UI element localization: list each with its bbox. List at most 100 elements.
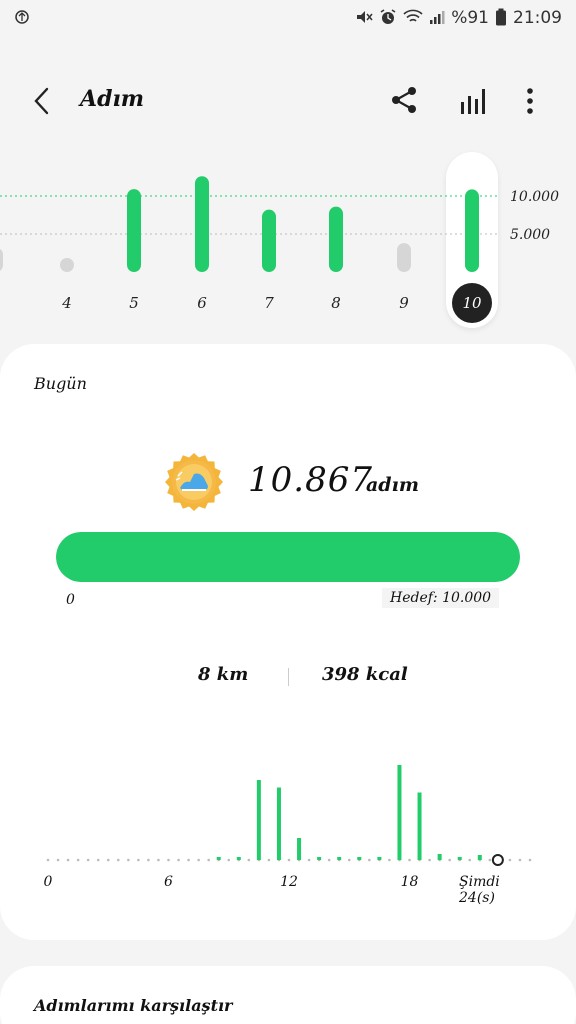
day-label[interactable]: 3: [0, 294, 1, 312]
day-label[interactable]: 6: [197, 294, 207, 312]
more-options-button[interactable]: [516, 84, 544, 118]
baseline-dot: [368, 858, 371, 862]
baseline-dot: [428, 858, 431, 862]
today-card: Bugün 10.867 adım 0 Hedef: 10.000 8 km 3…: [0, 344, 576, 940]
stats-icon: [461, 89, 485, 114]
steps-unit: adım: [366, 474, 419, 496]
hourly-steps-chart: [46, 765, 532, 866]
baseline-dot: [187, 858, 190, 862]
baseline-dot: [56, 858, 60, 862]
running-shoe-icon: [165, 453, 223, 511]
battery-icon: [495, 8, 507, 29]
baseline-dot: [247, 858, 251, 862]
baseline-dot: [327, 858, 331, 862]
wifi-icon: [403, 9, 423, 28]
hour-bar: [297, 838, 302, 860]
clock: 21:09: [513, 8, 562, 28]
compare-card[interactable]: Adımlarımı karşılaştır: [0, 966, 576, 1024]
baseline-dot: [167, 858, 170, 862]
hour-tick-label: 18: [400, 874, 419, 890]
hour-bar: [437, 854, 442, 860]
baseline-dot: [488, 858, 492, 862]
baseline-dot: [388, 858, 391, 862]
share-button[interactable]: [388, 84, 420, 116]
day-bar[interactable]: [465, 189, 479, 272]
stats-divider: [288, 668, 289, 686]
baseline-dot: [408, 858, 411, 862]
calories-value: 398 kcal: [322, 664, 408, 685]
hour-bar: [256, 780, 261, 860]
alarm-icon: [379, 8, 397, 29]
goal-achieved-badge: [164, 452, 224, 512]
back-button[interactable]: [26, 84, 60, 118]
baseline-dot: [106, 858, 110, 862]
baseline-dot: [147, 858, 150, 862]
hour-bar: [417, 792, 422, 860]
hour-tick-label: 6: [164, 874, 173, 890]
weekly-chart-svg: 10.000 5.000 3 4 5 6 7 8 9 10: [0, 176, 559, 323]
distance-value: 8 km: [198, 664, 249, 685]
baseline-dot: [347, 858, 351, 862]
day-bar[interactable]: [127, 189, 141, 272]
day-label[interactable]: 4: [61, 294, 72, 312]
baseline-dot: [287, 858, 291, 862]
hour-tick-label: 12: [280, 874, 298, 890]
day-bar[interactable]: [329, 206, 343, 272]
hour-tick-label: 0: [43, 874, 53, 890]
steps-count: 10.867: [248, 460, 373, 500]
baseline-dot: [508, 858, 512, 862]
baseline-dot: [448, 858, 451, 862]
app-bar: Adım: [0, 70, 576, 132]
hour-tick-label: Şimdi 24(s): [459, 874, 500, 906]
day-bar[interactable]: [397, 243, 411, 272]
baseline-dot: [227, 858, 231, 862]
trends-button[interactable]: [456, 84, 490, 118]
reference-label: 10.000: [510, 189, 559, 205]
mute-icon: [355, 9, 373, 28]
day-bar[interactable]: [60, 258, 74, 272]
back-icon: [34, 87, 49, 115]
baseline-dot: [177, 858, 180, 862]
baseline-dot: [468, 858, 472, 862]
steps-progress-fill: [56, 532, 520, 582]
hour-bar: [276, 787, 281, 860]
baseline-dot: [528, 858, 532, 862]
hour-bar: [377, 857, 382, 860]
day-bar[interactable]: [0, 248, 3, 272]
baseline-dot: [46, 858, 50, 862]
hour-bar: [477, 855, 482, 860]
baseline-dot: [76, 858, 80, 862]
now-marker: [491, 854, 504, 866]
day-label[interactable]: 8: [331, 294, 341, 312]
hour-bar: [236, 857, 241, 860]
baseline-dot: [86, 858, 90, 862]
day-label[interactable]: 5: [129, 294, 139, 312]
hour-bar: [397, 765, 402, 860]
signal-icon: [429, 9, 445, 28]
baseline-dot: [116, 858, 120, 862]
share-icon: [392, 87, 416, 113]
day-bar[interactable]: [262, 209, 276, 272]
baseline-dot: [66, 858, 70, 862]
progress-min-label: 0: [66, 592, 75, 608]
reference-label: 5.000: [510, 227, 550, 243]
hour-bar: [357, 857, 362, 860]
baseline-dot: [267, 858, 271, 862]
weekly-steps-chart[interactable]: 10.000 5.000 3 4 5 6 7 8 9 10: [0, 150, 576, 330]
page-title: Adım: [80, 86, 145, 112]
status-bar: %91 21:09: [0, 0, 576, 36]
battery-percent: %91: [451, 8, 489, 28]
selected-day-label: 10: [462, 294, 482, 312]
day-label[interactable]: 9: [399, 294, 409, 312]
baseline-dot: [518, 858, 522, 862]
today-label: Bugün: [34, 374, 87, 393]
goal-label[interactable]: Hedef: 10.000: [382, 588, 500, 608]
day-bar[interactable]: [195, 176, 209, 272]
baseline-dot: [96, 858, 100, 862]
status-icons: %91 21:09: [355, 8, 562, 29]
compare-label: Adımlarımı karşılaştır: [34, 996, 233, 1015]
baseline-dot: [157, 858, 160, 862]
baseline-dot: [307, 858, 311, 862]
baseline-dot: [127, 858, 130, 862]
day-label[interactable]: 7: [264, 294, 274, 312]
